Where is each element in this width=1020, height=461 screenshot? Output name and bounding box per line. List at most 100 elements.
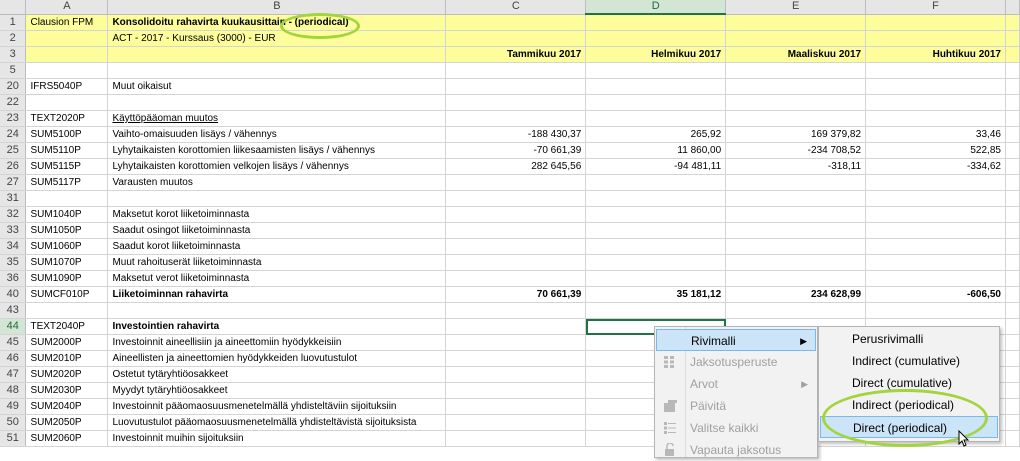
submenu-item-perusrivimalli[interactable]: Perusrivimalli [820, 328, 998, 350]
cell-d[interactable] [585, 270, 727, 287]
cell-f[interactable] [865, 270, 1006, 287]
cell-e[interactable]: Maaliskuu 2017 [725, 46, 867, 63]
submenu-item-indirect-periodical[interactable]: Indirect (periodical) [820, 394, 998, 416]
cell-a[interactable]: SUM2060P [25, 430, 109, 447]
cell-c[interactable] [445, 190, 587, 207]
row-header[interactable]: 27 [0, 174, 27, 191]
cell-g[interactable] [1005, 302, 1020, 319]
cell-g[interactable] [1005, 398, 1020, 415]
cell-d[interactable] [585, 222, 727, 239]
cell-b[interactable]: Aineellisten ja aineettomien hyödykkeide… [107, 350, 447, 367]
row-header[interactable]: 47 [0, 366, 27, 383]
cell-b[interactable]: Varausten muutos [107, 174, 447, 191]
cell-a[interactable]: SUM5115P [25, 158, 109, 175]
menu-item-valitse-kaikki[interactable]: Valitse kaikki [656, 417, 816, 439]
cell-g[interactable] [1005, 350, 1020, 367]
cell-f[interactable] [865, 174, 1006, 191]
cell-f[interactable]: Huhtikuu 2017 [865, 46, 1006, 63]
column-header-b[interactable]: B [107, 0, 447, 15]
cell-g[interactable] [1005, 254, 1020, 271]
cell-b[interactable]: Saadut korot liiketoiminnasta [107, 238, 447, 255]
cell-e[interactable]: -318,11 [725, 158, 867, 175]
row-header[interactable]: 5 [0, 62, 27, 79]
cell-d[interactable] [585, 14, 727, 31]
cell-e[interactable] [725, 174, 867, 191]
cell-b[interactable]: Investoinnit pääomaosuusmenetelmällä yhd… [107, 398, 447, 415]
cell-a[interactable] [25, 94, 109, 111]
cell-e[interactable] [725, 62, 867, 79]
row-header[interactable]: 51 [0, 430, 27, 447]
cell-g[interactable] [1005, 382, 1020, 399]
cell-f[interactable]: -334,62 [865, 158, 1006, 175]
menu-item-arvot[interactable]: Arvot ▶ [656, 373, 816, 395]
cell-d[interactable] [585, 190, 727, 207]
cell-c[interactable] [445, 110, 587, 127]
cell-e[interactable] [725, 270, 867, 287]
cell-g[interactable] [1005, 366, 1020, 383]
submenu-item-direct-cumulative[interactable]: Direct (cumulative) [820, 372, 998, 394]
cell-a[interactable]: TEXT2040P [25, 318, 109, 335]
cell-c[interactable] [445, 366, 587, 383]
cell-c[interactable]: Tammikuu 2017 [445, 46, 587, 63]
cell-d[interactable]: -94 481,11 [585, 158, 727, 175]
column-header-a[interactable]: A [25, 0, 109, 15]
cell-f[interactable] [865, 110, 1006, 127]
cell-d[interactable]: 35 181,12 [585, 286, 727, 303]
cell-e[interactable] [725, 94, 867, 111]
cell-e[interactable]: -234 708,52 [725, 142, 867, 159]
cell-a[interactable]: SUM5100P [25, 126, 109, 143]
cell-b[interactable]: Saadut osingot liiketoiminnasta [107, 222, 447, 239]
cell-a[interactable]: SUM5117P [25, 174, 109, 191]
cell-a[interactable] [25, 302, 109, 319]
menu-item-jaksotusperuste[interactable]: Jaksotusperuste [656, 351, 816, 373]
row-header[interactable]: 31 [0, 190, 27, 207]
cell-a[interactable]: SUM2040P [25, 398, 109, 415]
cell-e[interactable] [725, 222, 867, 239]
cell-g[interactable] [1005, 238, 1020, 255]
cell-b[interactable]: Investoinnit muihin sijoituksiin [107, 430, 447, 447]
row-header[interactable]: 3 [0, 46, 27, 63]
cell-a[interactable]: SUM1040P [25, 206, 109, 223]
cell-e[interactable] [725, 78, 867, 95]
row-header[interactable]: 45 [0, 334, 27, 351]
cell-f[interactable] [865, 206, 1006, 223]
row-header[interactable]: 22 [0, 94, 27, 111]
cell-f[interactable]: -606,50 [865, 286, 1006, 303]
cell-b[interactable]: Luovutustulot pääomaosuusmenetelmällä yh… [107, 414, 447, 431]
cell-e[interactable]: 169 379,82 [725, 126, 867, 143]
cell-b[interactable]: Vaihto-omaisuuden lisäys / vähennys [107, 126, 447, 143]
cell-b[interactable]: Lyhytaikaisten korottomien velkojen lisä… [107, 158, 447, 175]
cell-g[interactable] [1005, 174, 1020, 191]
row-header[interactable]: 26 [0, 158, 27, 175]
cell-g[interactable] [1005, 62, 1020, 79]
cell-d[interactable]: 265,92 [585, 126, 727, 143]
cell-e[interactable] [725, 14, 867, 31]
cell-e[interactable] [725, 302, 867, 319]
cell-g[interactable] [1005, 222, 1020, 239]
row-header[interactable]: 43 [0, 302, 27, 319]
cell-a[interactable]: SUM1060P [25, 238, 109, 255]
cell-d[interactable]: 11 860,00 [585, 142, 727, 159]
cell-c[interactable] [445, 14, 587, 31]
cell-a[interactable] [25, 190, 109, 207]
cell-b[interactable]: Lyhytaikaisten korottomien liikesaamiste… [107, 142, 447, 159]
row-header[interactable]: 46 [0, 350, 27, 367]
row-header[interactable]: 34 [0, 238, 27, 255]
cell-f[interactable] [865, 302, 1006, 319]
cell-b[interactable]: ACT - 2017 - Kurssaus (3000) - EUR [107, 30, 447, 47]
cell-c[interactable]: 282 645,56 [445, 158, 587, 175]
row-header[interactable]: 50 [0, 414, 27, 431]
cell-b[interactable]: Liiketoiminnan rahavirta [107, 286, 447, 303]
cell-d[interactable] [585, 302, 727, 319]
cell-a[interactable]: SUM1050P [25, 222, 109, 239]
row-header[interactable]: 49 [0, 398, 27, 415]
cell-g[interactable] [1005, 430, 1020, 447]
cell-f[interactable] [865, 14, 1006, 31]
column-header-f[interactable]: F [865, 0, 1006, 15]
cell-e[interactable] [725, 238, 867, 255]
cell-a[interactable] [25, 62, 109, 79]
cell-b[interactable] [107, 62, 447, 79]
cell-c[interactable] [445, 318, 587, 335]
menu-item-päivitä[interactable]: Päivitä [656, 395, 816, 417]
cell-g[interactable] [1005, 126, 1020, 143]
